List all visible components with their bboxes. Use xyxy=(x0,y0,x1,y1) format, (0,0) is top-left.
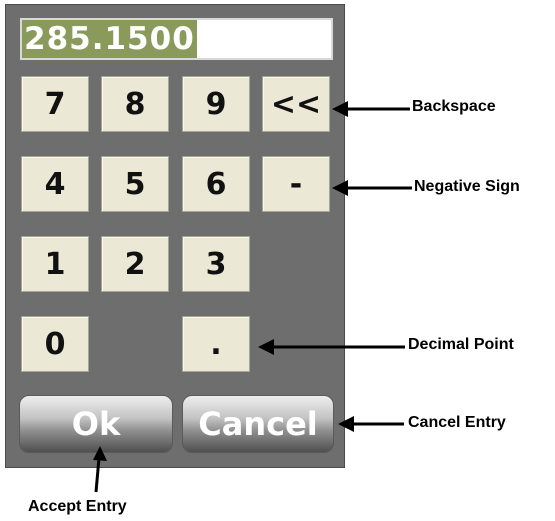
decimal-point-callout-label: Decimal Point xyxy=(408,336,514,353)
cancel-entry-arrowhead-icon xyxy=(338,416,354,432)
backspace-arrowhead-icon xyxy=(332,101,348,117)
accept-entry-arrowhead-icon xyxy=(93,446,107,461)
negative-sign-arrowhead-icon xyxy=(332,180,348,196)
cancel-entry-callout-label: Cancel Entry xyxy=(408,414,506,431)
decimal-point-arrowhead-icon xyxy=(258,339,274,355)
callout-arrows xyxy=(93,101,412,493)
accept-entry-arrow-icon xyxy=(94,457,101,493)
negative-sign-callout-label: Negative Sign xyxy=(414,178,520,195)
accept-entry-callout-label: Accept Entry xyxy=(28,498,127,515)
backspace-callout-label: Backspace xyxy=(412,98,496,115)
